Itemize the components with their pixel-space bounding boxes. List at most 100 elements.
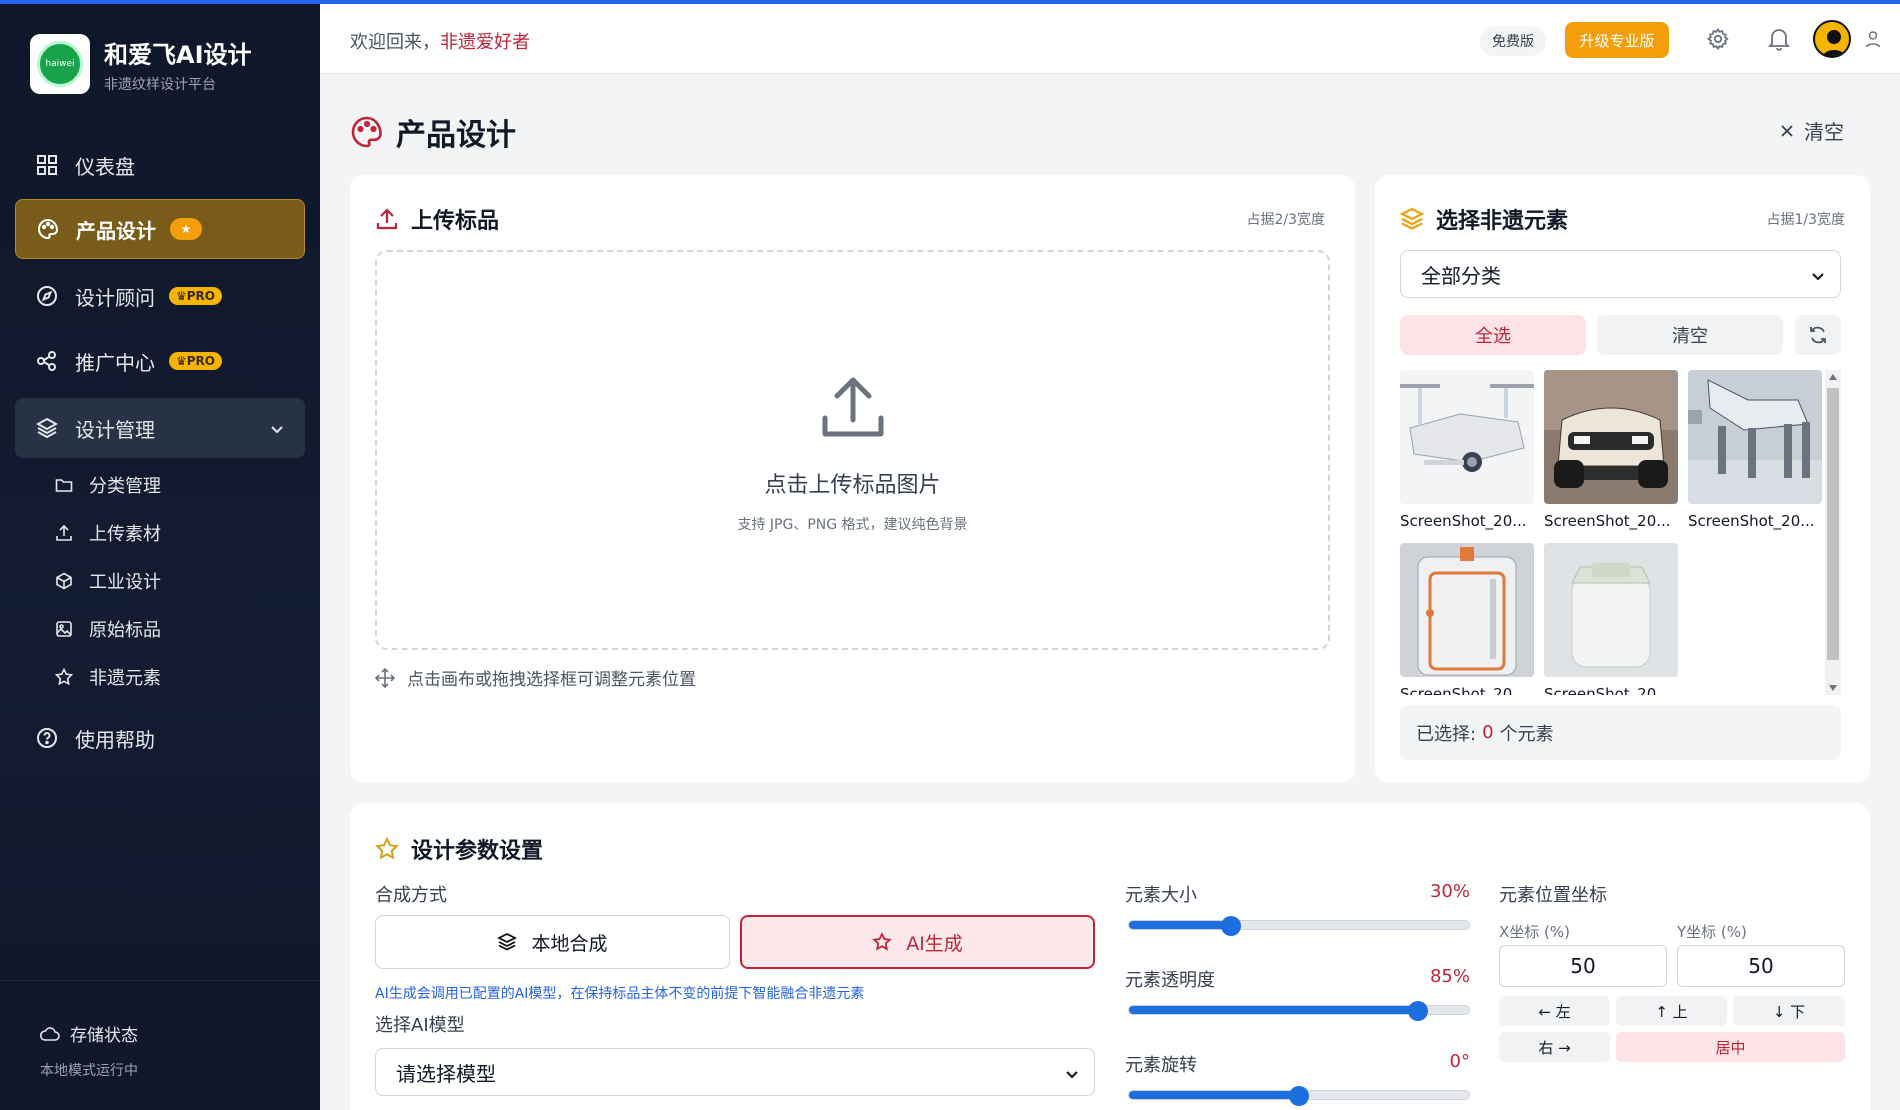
- element-thumb[interactable]: ScreenShot_20...: [1688, 370, 1822, 530]
- brand[interactable]: haiwei 和爱飞AI设计 非遗纹样设计平台: [30, 34, 252, 94]
- brand-subtitle: 非遗纹样设计平台: [104, 76, 216, 93]
- star-icon: [872, 932, 892, 952]
- rotation-slider[interactable]: [1128, 1086, 1470, 1106]
- dashboard-icon: [35, 153, 59, 177]
- scroll-up-arrow-icon[interactable]: [1829, 374, 1837, 380]
- opacity-slider[interactable]: [1128, 1001, 1470, 1021]
- ai-mode-note: AI生成会调用已配置的AI模型，在保持标品主体不变的前提下智能融合非遗元素: [375, 986, 865, 1002]
- element-thumb[interactable]: ScreenShot_20...: [1544, 370, 1678, 530]
- upload-cloud-icon: [817, 372, 889, 448]
- palette-icon: [350, 115, 384, 149]
- star-icon: [375, 837, 399, 861]
- center-button[interactable]: 居中: [1616, 1032, 1845, 1062]
- move-right-button[interactable]: 右 →: [1499, 1032, 1610, 1062]
- upgrade-button[interactable]: 升级专业版: [1565, 22, 1669, 58]
- welcome-prefix: 欢迎回来，: [350, 32, 440, 53]
- share-icon: [35, 349, 59, 373]
- clear-all-button[interactable]: 清空: [1780, 116, 1844, 145]
- canvas-hint: 点击画布或拖拽选择框可调整元素位置: [375, 665, 696, 690]
- pro-badge-label: PRO: [186, 289, 216, 303]
- move-left-button[interactable]: ← 左: [1499, 996, 1610, 1026]
- move-up-button[interactable]: ↑ 上: [1616, 996, 1727, 1026]
- user-icon[interactable]: [1860, 26, 1886, 52]
- upload-sub-text: 支持 JPG、PNG 格式，建议纯色背景: [737, 517, 968, 533]
- category-select[interactable]: 全部分类: [1400, 250, 1841, 298]
- elements-title-text: 选择非遗元素: [1436, 209, 1569, 234]
- move-down-button[interactable]: ↓ 下: [1733, 996, 1845, 1026]
- gear-icon[interactable]: [1705, 26, 1731, 52]
- category-select-value: 全部分类: [1421, 263, 1501, 288]
- username: 非遗爱好者: [440, 32, 530, 53]
- rotation-value: 0°: [1449, 1051, 1470, 1072]
- element-thumb[interactable]: ScreenShot_20...: [1400, 370, 1534, 530]
- clear-all-label: 清空: [1804, 120, 1844, 144]
- rotation-label: 元素旋转: [1125, 1055, 1197, 1076]
- model-select[interactable]: 请选择模型: [375, 1048, 1095, 1096]
- folder-icon: [55, 475, 75, 495]
- storage-status: 存储状态 本地模式运行中: [0, 980, 320, 1110]
- plan-badge: 免费版: [1480, 26, 1546, 56]
- sidebar-subitem-label: 分类管理: [89, 476, 161, 497]
- sidebar-item-label: 使用帮助: [75, 727, 155, 752]
- avatar[interactable]: [1813, 20, 1851, 58]
- scroll-down-arrow-icon[interactable]: [1829, 685, 1837, 691]
- y-input[interactable]: 50: [1677, 945, 1845, 987]
- pro-badge: ♛PRO: [169, 287, 223, 305]
- elements-card-title: 选择非遗元素: [1400, 203, 1568, 235]
- sidebar-subitem-label: 工业设计: [89, 572, 161, 593]
- ai-mode-button[interactable]: AI生成: [740, 915, 1095, 969]
- scroll-thumb[interactable]: [1827, 388, 1839, 660]
- local-mode-button[interactable]: 本地合成: [375, 915, 730, 969]
- sidebar-subitem-industrial[interactable]: 工业设计: [55, 566, 161, 596]
- move-icon: [375, 667, 395, 688]
- sidebar-item-design-advisor[interactable]: 设计顾问 ♛PRO: [15, 266, 305, 326]
- selected-prefix: 已选择:: [1416, 723, 1477, 745]
- params-title-text: 设计参数设置: [411, 839, 544, 864]
- sidebar-item-dashboard[interactable]: 仪表盘: [15, 135, 305, 195]
- mode-label: 合成方式: [375, 885, 447, 906]
- layers-icon: [1400, 207, 1424, 231]
- select-all-button[interactable]: 全选: [1400, 315, 1586, 355]
- sidebar-item-promotion[interactable]: 推广中心 ♛PRO: [15, 331, 305, 391]
- sidebar-item-label: 仪表盘: [75, 154, 135, 179]
- position-label: 元素位置坐标: [1499, 885, 1607, 906]
- sidebar-item-design-management[interactable]: 设计管理: [15, 398, 305, 458]
- elements-card: 选择非遗元素 占据1/3宽度 全部分类 全选 清空 ScreenShot_20.…: [1375, 175, 1870, 783]
- top-progress-line: [0, 0, 1900, 4]
- clear-selection-button[interactable]: 清空: [1597, 315, 1783, 355]
- element-caption: ScreenShot_20...: [1400, 685, 1527, 695]
- element-image-drone: [1400, 370, 1534, 504]
- x-input[interactable]: 50: [1499, 945, 1667, 987]
- sidebar-subitem-label: 原始标品: [89, 620, 161, 641]
- upload-dropzone[interactable]: 点击上传标品图片 支持 JPG、PNG 格式，建议纯色背景: [375, 250, 1330, 650]
- sidebar-item-product-design[interactable]: 产品设计 ★: [15, 199, 305, 259]
- width-hint: 占据2/3宽度: [1246, 212, 1325, 228]
- bell-icon[interactable]: [1766, 26, 1792, 52]
- chevron-down-icon: [1810, 265, 1826, 289]
- brand-logo-mark: haiwei: [37, 41, 83, 87]
- slider-knob[interactable]: [1221, 916, 1241, 936]
- pro-badge-label: PRO: [186, 354, 216, 368]
- upload-card: 上传标品 占据2/3宽度 点击上传标品图片 支持 JPG、PNG 格式，建议纯色…: [350, 175, 1355, 783]
- sidebar-subitem-heritage[interactable]: 非遗元素: [55, 662, 161, 692]
- upload-icon: [55, 523, 75, 543]
- sidebar-item-help[interactable]: 使用帮助: [15, 708, 305, 768]
- image-icon: [55, 619, 75, 639]
- refresh-button[interactable]: [1795, 315, 1841, 355]
- sidebar-subitem-upload[interactable]: 上传素材: [55, 518, 161, 548]
- help-icon: [35, 726, 59, 750]
- logo-text: haiwei: [45, 59, 75, 69]
- storage-label: 存储状态: [70, 1026, 138, 1046]
- sidebar-subitem-category[interactable]: 分类管理: [55, 470, 161, 500]
- element-grid-scrollbar[interactable]: [1825, 370, 1841, 695]
- slider-knob[interactable]: [1408, 1001, 1428, 1021]
- size-slider[interactable]: [1128, 916, 1470, 936]
- element-image-robot-dog: [1688, 370, 1822, 504]
- sidebar-subitem-label: 上传素材: [89, 524, 161, 545]
- element-image-suitcase: [1400, 543, 1534, 677]
- brand-logo: haiwei: [30, 34, 90, 94]
- slider-knob[interactable]: [1289, 1086, 1309, 1106]
- sidebar-subitem-original[interactable]: 原始标品: [55, 614, 161, 644]
- element-thumb[interactable]: ScreenShot_20...: [1544, 543, 1678, 695]
- element-thumb[interactable]: ScreenShot_20...: [1400, 543, 1534, 695]
